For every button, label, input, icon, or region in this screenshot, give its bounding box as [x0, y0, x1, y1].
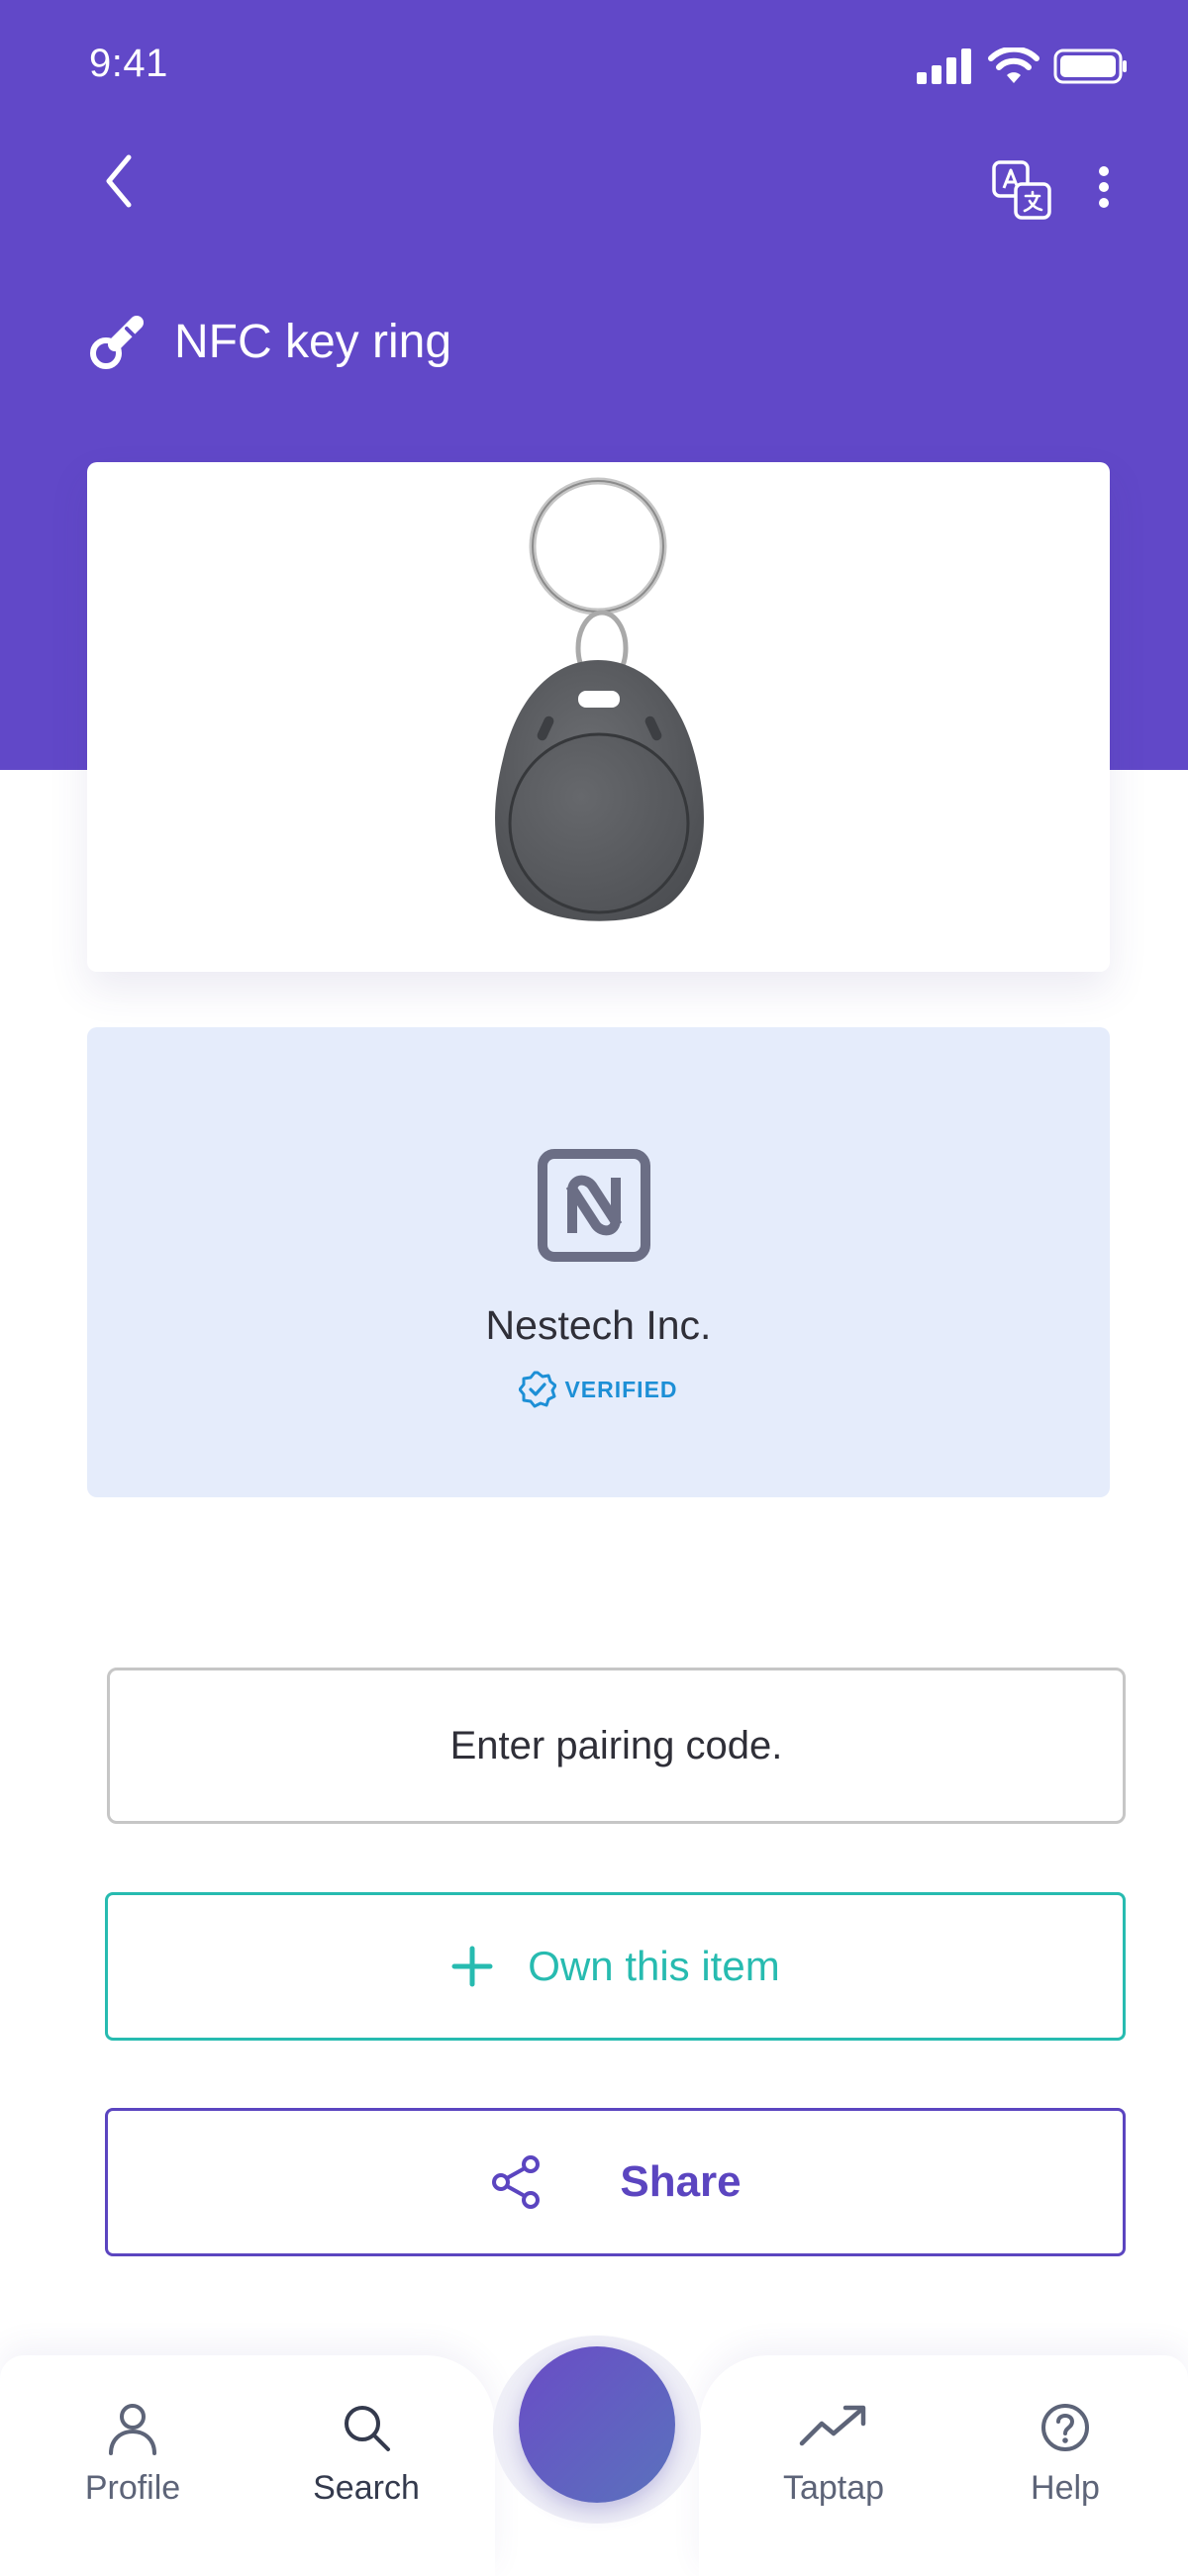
help-icon [1041, 2404, 1089, 2451]
product-image [495, 477, 704, 921]
product-card [87, 462, 1110, 972]
brand-card[interactable]: Nestech Inc. VERIFIED [87, 1027, 1110, 1497]
own-item-button[interactable]: Own this item [105, 1892, 1126, 2041]
nav-label-help: Help [1031, 2469, 1100, 2507]
title-row: NFC key ring [87, 309, 451, 374]
translate-button[interactable] [990, 158, 1055, 224]
nav-label-taptap: Taptap [782, 2469, 885, 2507]
person-icon [109, 2404, 156, 2455]
own-item-label: Own this item [528, 1943, 780, 1989]
nav-label-profile: Profile [84, 2469, 181, 2507]
bottom-nav: Profile Search Taptap Help [0, 2336, 1188, 2576]
status-time: 9:41 [89, 42, 168, 85]
trending-up-icon [799, 2405, 866, 2446]
battery-icon [1053, 48, 1127, 84]
verified-badge: VERIFIED [87, 1371, 1110, 1408]
verified-label: VERIFIED [564, 1376, 678, 1402]
key-icon [90, 316, 144, 369]
status-bar: 9:41 [0, 0, 1188, 139]
wifi-icon [988, 48, 1040, 83]
plus-icon [451, 1946, 493, 1987]
share-button[interactable]: Share [105, 2108, 1126, 2256]
more-vertical-icon [1099, 166, 1109, 208]
nfc-logo-icon [538, 1149, 650, 1262]
brand-name: Nestech Inc. [485, 1302, 712, 1348]
nav-item-profile[interactable]: Profile [44, 2400, 222, 2538]
share-icon [492, 2155, 541, 2209]
verified-check-icon [519, 1371, 557, 1408]
chevron-left-icon [106, 154, 132, 208]
nav-item-taptap[interactable]: Taptap [744, 2400, 923, 2538]
nav-label-search: Search [313, 2469, 420, 2507]
pairing-code-input[interactable] [107, 1668, 1126, 1824]
nav-item-help[interactable]: Help [976, 2400, 1154, 2538]
signal-icon [917, 48, 971, 84]
share-label: Share [620, 2157, 742, 2206]
back-button[interactable] [89, 146, 148, 216]
page-title: NFC key ring [174, 315, 452, 368]
more-options-button[interactable] [1084, 158, 1124, 224]
translate-icon [992, 160, 1051, 220]
nav-item-search[interactable]: Search [277, 2400, 455, 2538]
status-icons [917, 48, 1129, 85]
center-action-button[interactable] [519, 2346, 675, 2503]
search-icon [345, 2406, 390, 2451]
